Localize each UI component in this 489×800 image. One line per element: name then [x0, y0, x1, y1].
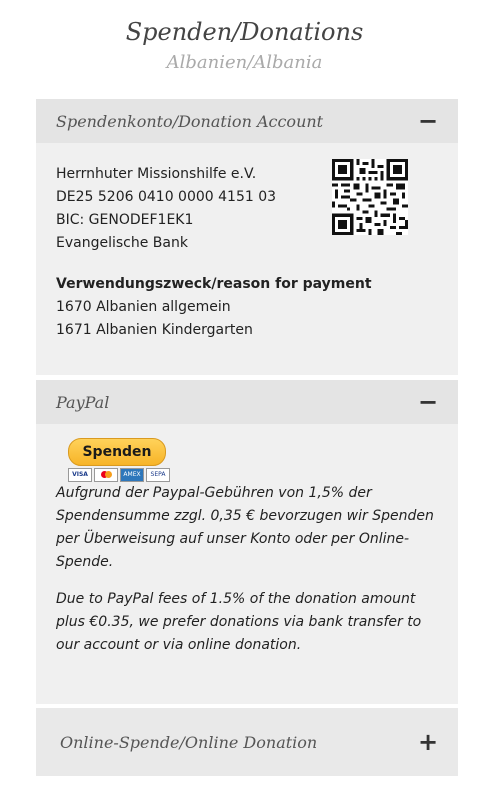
accordion-donation-account: Spendenkonto/Donation Account − Herrnhut… [36, 99, 458, 375]
expand-icon[interactable]: + [418, 730, 438, 754]
amex-icon: AMEX [120, 468, 144, 482]
accordion-header-paypal[interactable]: PayPal − [36, 380, 458, 424]
purpose-item: 1670 Albanien allgemein [56, 299, 231, 315]
purpose-item: 1671 Albanien Kindergarten [56, 322, 253, 338]
payment-methods: VISA AMEX SEPA [68, 468, 438, 482]
purpose-heading: Verwendungszweck/reason for payment [56, 276, 372, 292]
accordion-online-donation: Online-Spende/Online Donation + [36, 708, 458, 776]
accordion-title: PayPal [56, 392, 110, 412]
sepa-icon: SEPA [146, 468, 170, 482]
paypal-note-german: Aufgrund der Paypal-Gebühren von 1,5% de… [56, 485, 434, 570]
collapse-icon[interactable]: − [418, 109, 438, 133]
accordion-header-donation-account[interactable]: Spendenkonto/Donation Account − [36, 99, 458, 143]
visa-icon: VISA [68, 468, 92, 482]
paypal-note-english: Due to PayPal fees of 1.5% of the donati… [56, 591, 422, 653]
mastercard-icon [94, 468, 118, 482]
collapse-icon[interactable]: − [418, 390, 438, 414]
accordion-paypal: PayPal − Spenden VISA AMEX SEPA Aufgrund… [36, 380, 458, 704]
page-header: Spenden/Donations Albanien/Albania [0, 0, 489, 82]
paypal-donate-button[interactable]: Spenden [68, 438, 166, 466]
accordion-title: Spendenkonto/Donation Account [56, 111, 324, 131]
accordion-body-paypal: Spenden VISA AMEX SEPA Aufgrund der Payp… [36, 424, 458, 704]
accordion-body-donation-account: Herrnhuter Missionshilfe e.V. DE25 5206 … [36, 143, 458, 375]
page-subtitle: Albanien/Albania [166, 52, 323, 73]
qr-code-icon [332, 159, 408, 235]
bank-name: Evangelische Bank [56, 235, 188, 251]
accordion-title: Online-Spende/Online Donation [60, 732, 318, 752]
paypal-donate-widget: Spenden VISA AMEX SEPA [56, 438, 438, 482]
accordion-header-online-donation[interactable]: Online-Spende/Online Donation + [36, 708, 458, 776]
page-title: Spenden/Donations [125, 18, 364, 46]
